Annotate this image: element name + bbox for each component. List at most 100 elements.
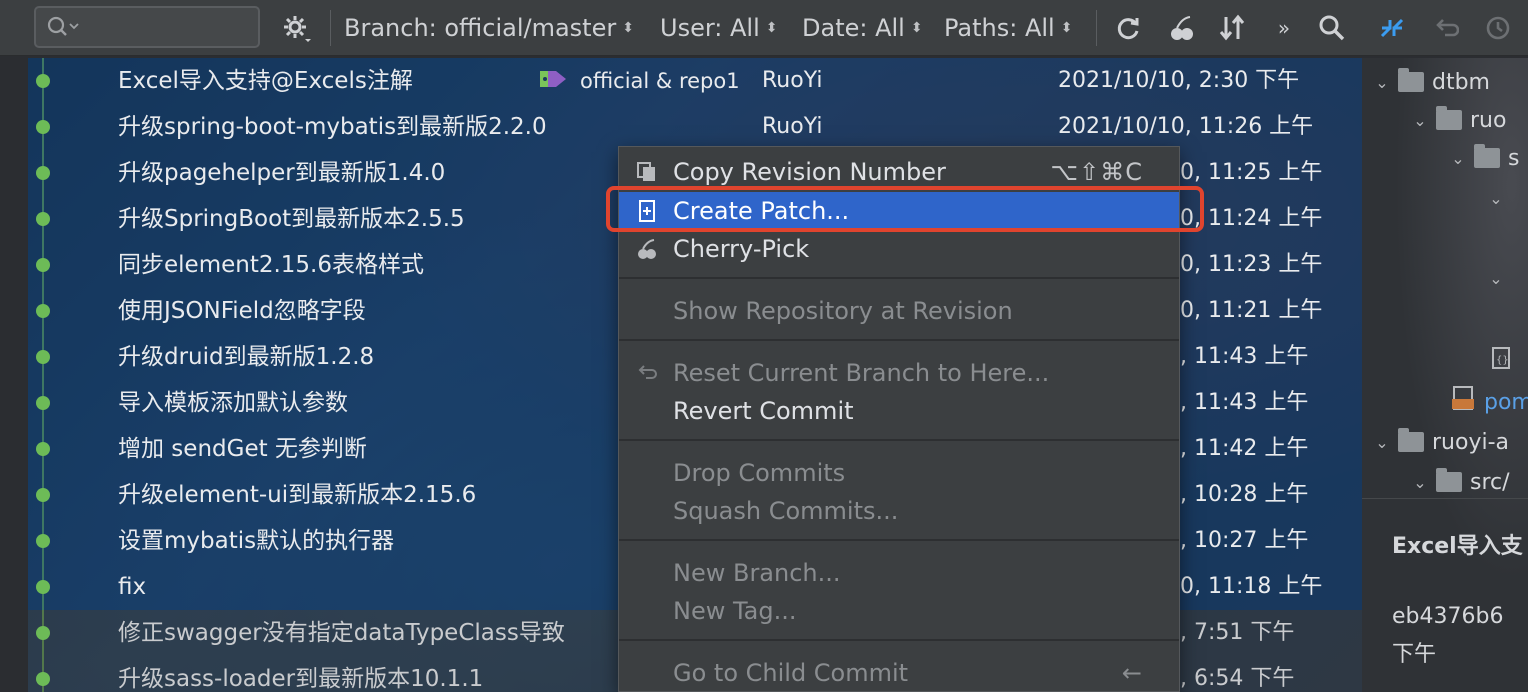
tree-node-label: ruoyi-a: [1432, 429, 1509, 455]
tree-node-collapsed[interactable]: ⌄: [1486, 178, 1506, 218]
tree-node-s[interactable]: ⌄ s: [1448, 138, 1519, 178]
commit-date: , 6:54 下午: [1180, 666, 1295, 691]
updown-arrow-icon: ⬍: [622, 20, 634, 36]
date-filter[interactable]: Date: All ⬍: [802, 0, 923, 56]
find-icon[interactable]: [1312, 8, 1352, 48]
menu-item-label: Go to Child Commit: [673, 659, 909, 687]
branch-filter-label: Branch: official/master: [344, 14, 617, 42]
sort-icon[interactable]: [1212, 8, 1252, 48]
svg-text:{}: {}: [1496, 355, 1509, 366]
history-clock-icon[interactable]: [1478, 8, 1518, 48]
tree-node-ruoyi-a[interactable]: ⌄ ruoyi-a: [1372, 422, 1509, 462]
commit-node: [36, 534, 50, 548]
commit-subject: 升级element-ui到最新版本2.15.6: [118, 482, 477, 508]
toolbar-separator: [330, 10, 331, 46]
settings-gear-icon[interactable]: [276, 8, 316, 48]
user-filter-label: User: All: [660, 14, 760, 42]
menu-item-label: Drop Commits: [673, 459, 846, 487]
search-input[interactable]: [34, 6, 260, 48]
commit-subject: Excel导入支持@Excels注解: [118, 68, 413, 94]
commit-subject: 升级pagehelper到最新版1.4.0: [118, 160, 446, 186]
menu-item-label: Create Patch...: [673, 197, 850, 225]
cherry-pick-icon[interactable]: [1162, 8, 1202, 48]
commit-node: [36, 166, 50, 180]
collapse-arrows-icon[interactable]: [1372, 8, 1412, 48]
commit-date: 0, 11:25 上午: [1180, 160, 1323, 185]
paths-filter-label: Paths: All: [944, 14, 1055, 42]
updown-arrow-icon: ⬍: [765, 20, 778, 36]
commit-subject: 使用JSONField忽略字段: [118, 298, 366, 324]
patch-icon: [635, 199, 659, 223]
menu-item-label: New Branch...: [673, 559, 841, 587]
tree-node-src[interactable]: ⌄ src/: [1410, 462, 1510, 502]
folder-icon: [1398, 68, 1424, 92]
tree-node-ruo[interactable]: ⌄ ruo: [1410, 100, 1506, 140]
chevron-down-icon: ⌄: [1489, 268, 1503, 288]
menu-item-drop-commits[interactable]: Drop Commits: [619, 454, 1179, 492]
menu-separator: [619, 277, 1179, 279]
tree-node-label: pom: [1484, 389, 1528, 415]
menu-item-new-tag[interactable]: New Tag...: [619, 592, 1179, 630]
commit-date: , 10:28 上午: [1180, 482, 1309, 507]
menu-item-revert-commit[interactable]: Revert Commit: [619, 392, 1179, 430]
menu-item-shortcut: ⌥⇧⌘C: [1050, 158, 1143, 186]
log-toolbar: Branch: official/master ⬍ User: All ⬍ Da…: [0, 0, 1528, 56]
changed-files-panel: ⌄ dtbm ⌄ ruo ⌄ s ⌄ ⌄ {} pom ⌄ ruoyi-a ⌄ …: [1362, 58, 1528, 692]
menu-item-reset-branch[interactable]: Reset Current Branch to Here...: [619, 354, 1179, 392]
commit-node: [36, 350, 50, 364]
user-filter[interactable]: User: All ⬍: [660, 0, 777, 56]
commit-date: , 11:43 上午: [1180, 344, 1309, 369]
tree-node-label: dtbm: [1432, 69, 1490, 95]
menu-item-copy-revision[interactable]: Copy Revision Number ⌥⇧⌘C: [619, 153, 1179, 191]
panel-divider: [1362, 498, 1528, 499]
refresh-icon[interactable]: [1108, 8, 1148, 48]
menu-item-cherry-pick[interactable]: Cherry-Pick: [619, 230, 1179, 268]
menu-separator: [619, 539, 1179, 541]
commit-detail-title: Excel导入支: [1392, 534, 1523, 559]
undo-icon[interactable]: [1426, 8, 1466, 48]
commit-row[interactable]: Excel导入支持@Excels注解 official & repo1 RuoY…: [28, 58, 1362, 104]
commit-detail-hash: eb4376b6: [1392, 604, 1504, 629]
menu-item-squash-commits[interactable]: Squash Commits...: [619, 492, 1179, 530]
branch-filter[interactable]: Branch: official/master ⬍: [344, 0, 634, 56]
commit-node: [36, 74, 50, 88]
cherry-icon: [635, 237, 659, 261]
commit-node: [36, 580, 50, 594]
menu-separator: [619, 439, 1179, 441]
more-actions-icon[interactable]: »: [1264, 8, 1304, 48]
menu-item-show-repository[interactable]: Show Repository at Revision: [619, 292, 1179, 330]
paths-filter[interactable]: Paths: All ⬍: [944, 0, 1072, 56]
chevron-down-icon: ⌄: [1375, 72, 1389, 92]
menu-item-label: Cherry-Pick: [673, 235, 810, 263]
commit-detail-time: 下午: [1392, 642, 1437, 667]
chevron-down-icon: ⌄: [1413, 110, 1427, 130]
menu-item-label: Copy Revision Number: [673, 158, 946, 186]
commit-subject: 导入模板添加默认参数: [118, 390, 348, 416]
commit-date: , 10:27 上午: [1180, 528, 1309, 553]
commit-date: 0, 11:24 上午: [1180, 206, 1323, 231]
chevron-down-icon: ⌄: [1451, 148, 1465, 168]
commit-subject: 升级druid到最新版1.2.8: [118, 344, 375, 370]
menu-item-create-patch[interactable]: Create Patch...: [619, 192, 1179, 230]
menu-item-go-to-child[interactable]: Go to Child Commit ←: [619, 654, 1179, 691]
tree-node-collapsed[interactable]: ⌄: [1486, 258, 1506, 298]
reset-undo-icon: [635, 361, 659, 385]
commit-node: [36, 212, 50, 226]
commit-subject: 设置mybatis默认的执行器: [118, 528, 395, 554]
toolbar-separator: [1096, 10, 1097, 46]
menu-item-label: Squash Commits...: [673, 497, 899, 525]
folder-icon: [1474, 144, 1500, 168]
commit-subject: 升级SpringBoot到最新版本2.5.5: [118, 206, 465, 232]
commit-row[interactable]: 升级spring-boot-mybatis到最新版2.2.0 RuoYi 202…: [28, 104, 1362, 150]
tree-node-dtbm[interactable]: ⌄ dtbm: [1372, 62, 1490, 102]
tree-file[interactable]: {}: [1490, 342, 1514, 382]
commit-subject: 修正swagger没有指定dataTypeClass导致: [118, 620, 565, 646]
tree-file-pom[interactable]: pom: [1450, 382, 1528, 422]
menu-item-new-branch[interactable]: New Branch...: [619, 554, 1179, 592]
tree-node-label: src/: [1470, 469, 1510, 495]
commit-node: [36, 120, 50, 134]
folder-icon: [1436, 468, 1462, 492]
commit-node: [36, 304, 50, 318]
tag-label: official & repo1: [580, 69, 740, 93]
commit-author: RuoYi: [762, 68, 823, 93]
